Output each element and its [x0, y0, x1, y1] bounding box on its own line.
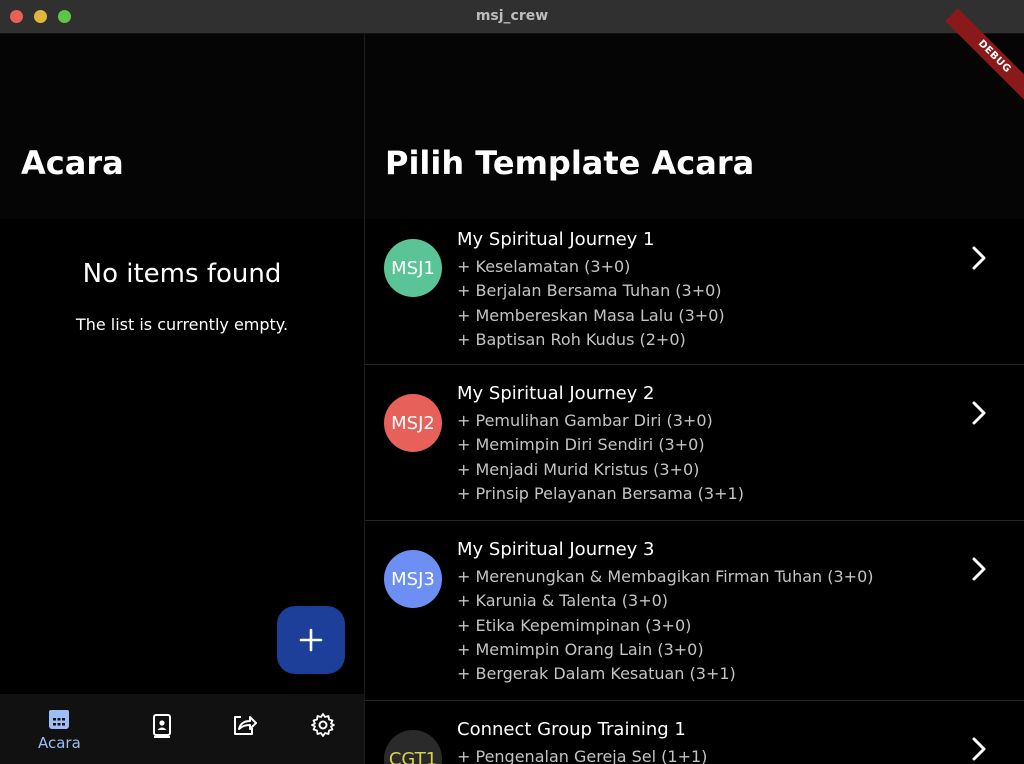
avatar: CGT1 — [384, 730, 442, 764]
window-title: msj_crew — [475, 8, 549, 24]
contact-book-icon — [153, 714, 171, 738]
chevron-right-icon — [972, 401, 986, 425]
calendar-icon — [49, 710, 70, 729]
template-title: My Spiritual Journey 2 — [457, 383, 655, 404]
right-header: Pilih Template Acara — [365, 34, 1024, 219]
template-sessions: + Pengenalan Gereja Sel (1+1) — [457, 745, 707, 764]
gear-icon — [311, 713, 335, 737]
session-line: + Berjalan Bersama Tuhan (3+0) — [457, 281, 722, 301]
session-line: + Prinsip Pelayanan Bersama (3+1) — [457, 483, 744, 503]
session-line: + Keselamatan (3+0) — [457, 257, 631, 276]
empty-state-subtitle: The list is currently empty. — [75, 315, 289, 334]
left-header: Acara — [0, 34, 364, 219]
session-line: + Menjadi Murid Kristus (3+0) — [457, 459, 700, 479]
avatar: MSJ3 — [384, 550, 442, 608]
add-event-button[interactable] — [277, 606, 345, 674]
template-sessions: + Merenungkan & Membagikan Firman Tuhan … — [457, 565, 873, 686]
left-pane: Acara No items found The list is current… — [0, 34, 364, 764]
template-row-msj3[interactable]: MSJ3 My Spiritual Journey 3 + Merenungka… — [365, 521, 1024, 701]
session-line: + Baptisan Roh Kudus (2+0) — [457, 329, 686, 349]
session-line: + Etika Kepemimpinan (3+0) — [457, 615, 692, 635]
session-line: + Membereskan Masa Lalu (3+0) — [457, 305, 725, 325]
session-line: + Memimpin Diri Sendiri (3+0) — [457, 435, 705, 455]
empty-state-title: No items found — [82, 259, 282, 289]
template-row-msj2[interactable]: MSJ2 My Spiritual Journey 2 + Pemulihan … — [365, 365, 1024, 521]
template-row-cgt1[interactable]: CGT1 Connect Group Training 1 + Pengenal… — [365, 701, 1024, 764]
session-line: + Pengenalan Gereja Sel (1+1) — [457, 747, 708, 764]
template-page-title: Pilih Template Acara — [385, 144, 755, 182]
nav-label-acara: Acara — [38, 734, 81, 752]
template-row-msj1[interactable]: MSJ1 My Spiritual Journey 1 + Keselamata… — [365, 219, 1024, 365]
avatar: MSJ2 — [384, 394, 442, 452]
chevron-right-icon — [972, 246, 986, 270]
page-title: Acara — [21, 144, 124, 182]
chevron-right-icon — [972, 737, 986, 761]
nav-item-share[interactable] — [230, 712, 258, 738]
template-title: Connect Group Training 1 — [457, 719, 686, 740]
nav-item-settings[interactable] — [310, 712, 336, 738]
share-icon — [234, 716, 257, 735]
template-sessions: + Pemulihan Gambar Diri (3+0) + Memimpin… — [457, 409, 744, 506]
nav-item-contacts[interactable] — [149, 712, 175, 738]
chevron-right-icon — [972, 557, 986, 581]
template-sessions: + Keselamatan (3+0) + Berjalan Bersama T… — [457, 255, 725, 352]
nav-item-acara[interactable]: Acara — [38, 706, 81, 752]
session-line: + Merenungkan & Membagikan Firman Tuhan … — [457, 567, 874, 586]
session-line: + Pemulihan Gambar Diri (3+0) — [457, 411, 713, 430]
window-titlebar: msj_crew — [0, 0, 1024, 34]
template-title: My Spiritual Journey 1 — [457, 229, 655, 250]
bottom-navigation: Acara — [0, 694, 364, 764]
template-title: My Spiritual Journey 3 — [457, 539, 655, 560]
session-line: + Memimpin Orang Lain (3+0) — [457, 639, 704, 659]
plus-icon — [299, 628, 323, 652]
session-line: + Karunia & Talenta (3+0) — [457, 591, 669, 611]
right-pane: Pilih Template Acara DEBUG MSJ1 My Spiri… — [365, 8, 1024, 764]
session-line: + Bergerak Dalam Kesatuan (3+1) — [457, 664, 736, 684]
avatar: MSJ1 — [384, 239, 442, 297]
